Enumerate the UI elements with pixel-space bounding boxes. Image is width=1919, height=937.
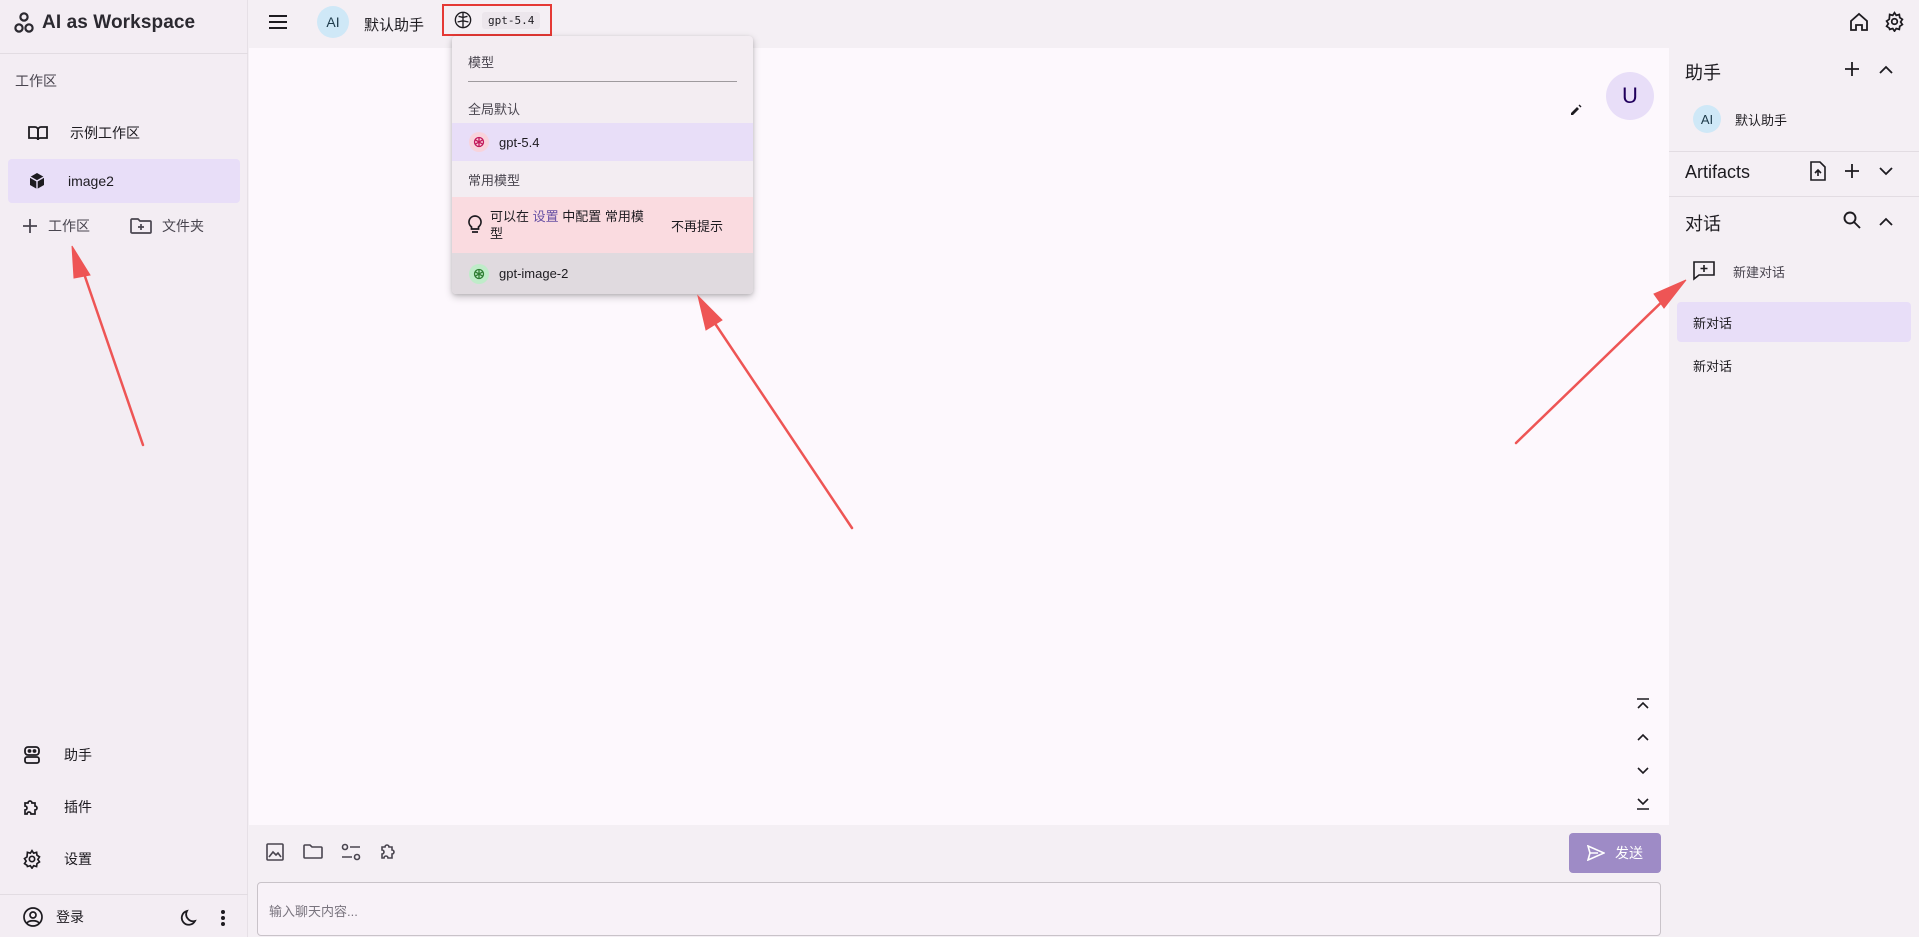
folder-icon[interactable] xyxy=(303,843,323,860)
assistant-list-item[interactable]: AI 默认助手 xyxy=(1693,105,1787,133)
nav-assistants[interactable]: 助手 xyxy=(22,745,92,765)
conversation-label: 新对话 xyxy=(1693,315,1733,331)
add-workspace-label: 工作区 xyxy=(48,218,90,234)
scroll-bottom-icon[interactable] xyxy=(1636,796,1650,810)
model-chip-label: gpt-5.4 xyxy=(482,11,541,29)
send-icon xyxy=(1587,845,1605,861)
dark-mode-toggle-icon[interactable] xyxy=(180,908,200,928)
login-button[interactable]: 登录 xyxy=(22,906,84,928)
cube-icon xyxy=(28,172,46,190)
chat-input[interactable]: 输入聊天内容... xyxy=(257,882,1661,936)
assistant-avatar: AI xyxy=(1693,105,1721,133)
collapse-assistants-icon[interactable] xyxy=(1879,65,1893,74)
new-conversation-button[interactable]: 新建对话 xyxy=(1693,261,1785,281)
add-folder-label: 文件夹 xyxy=(162,218,204,234)
workspace-label: 示例工作区 xyxy=(70,125,140,141)
nav-label: 设置 xyxy=(64,851,92,867)
scroll-top-icon[interactable] xyxy=(1636,698,1650,712)
composer-toolbar xyxy=(249,826,1669,878)
openai-icon xyxy=(469,263,489,284)
nav-label: 插件 xyxy=(64,799,92,815)
assistants-title: 助手 xyxy=(1685,63,1721,83)
app-logo[interactable]: AI as Workspace xyxy=(14,12,195,34)
home-icon[interactable] xyxy=(1849,12,1869,32)
workspace-section-label: 工作区 xyxy=(15,73,57,89)
model-selector-button[interactable]: gpt-5.4 xyxy=(442,4,552,36)
divider xyxy=(0,53,248,54)
openai-icon xyxy=(469,132,489,152)
send-label: 发送 xyxy=(1615,845,1643,861)
conversation-label: 新对话 xyxy=(1693,358,1733,374)
conversation-item[interactable]: 新对话 xyxy=(1677,302,1911,342)
login-label: 登录 xyxy=(56,909,84,925)
more-vert-icon[interactable] xyxy=(219,908,227,928)
plugin-icon[interactable] xyxy=(379,841,399,861)
search-icon[interactable] xyxy=(1843,211,1861,229)
robot-icon xyxy=(22,745,42,765)
model-dropdown-menu: 模型 全局默认 gpt-5.4 常用模型 可以在 设置 中配置 常用模型 不再提… xyxy=(452,36,753,294)
book-open-icon xyxy=(28,124,48,142)
common-models-label: 常用模型 xyxy=(468,173,521,188)
collapse-conversations-icon[interactable] xyxy=(1879,217,1893,226)
model-option-label: gpt-image-2 xyxy=(499,266,569,281)
add-workspace-button[interactable]: 工作区 xyxy=(22,216,90,236)
assistant-label: 默认助手 xyxy=(1735,112,1788,128)
divider xyxy=(1669,196,1919,197)
right-sidebar: 助手 AI 默认助手 Artifacts 对话 新建对话 新对话 新对话 xyxy=(1669,48,1919,937)
add-assistant-icon[interactable] xyxy=(1844,61,1860,77)
global-default-label: 全局默认 xyxy=(468,102,521,117)
left-sidebar: AI as Workspace 工作区 示例工作区 image2 工作区 文件夹… xyxy=(0,0,248,937)
tip-prefix: 可以在 xyxy=(490,209,533,224)
upload-file-icon[interactable] xyxy=(1810,161,1826,181)
workspace-item-example[interactable]: 示例工作区 xyxy=(8,111,240,155)
scroll-up-icon[interactable] xyxy=(1636,732,1650,742)
assistant-avatar[interactable]: AI xyxy=(317,6,349,38)
divider xyxy=(0,894,248,895)
settings-link[interactable]: 设置 xyxy=(533,209,559,224)
image-icon[interactable] xyxy=(266,843,284,861)
send-button[interactable]: 发送 xyxy=(1569,833,1661,873)
conversation-item[interactable]: 新对话 xyxy=(1677,345,1911,385)
scroll-down-icon[interactable] xyxy=(1636,766,1650,776)
tune-icon[interactable] xyxy=(341,843,361,861)
model-option-common[interactable]: gpt-image-2 xyxy=(452,253,753,294)
expand-artifacts-icon[interactable] xyxy=(1879,167,1893,176)
add-folder-button[interactable]: 文件夹 xyxy=(130,216,204,236)
divider xyxy=(1669,151,1919,152)
brain-icon xyxy=(454,11,472,29)
lightbulb-icon xyxy=(467,215,483,235)
puzzle-icon xyxy=(22,797,42,817)
tip-text: 可以在 设置 中配置 常用模型 xyxy=(490,208,650,242)
conversations-title: 对话 xyxy=(1685,214,1721,234)
assistant-name[interactable]: 默认助手 xyxy=(364,14,424,35)
workspace-actions: 工作区 文件夹 xyxy=(22,216,204,236)
folder-plus-icon xyxy=(130,217,152,235)
settings-gear-icon[interactable] xyxy=(1884,11,1905,32)
artifacts-title: Artifacts xyxy=(1685,162,1751,182)
account-circle-icon xyxy=(22,906,44,928)
nav-plugins[interactable]: 插件 xyxy=(22,797,92,817)
new-conversation-label: 新建对话 xyxy=(1733,264,1786,280)
model-option-global-default[interactable]: gpt-5.4 xyxy=(452,123,753,161)
menu-icon[interactable] xyxy=(268,14,288,30)
nav-label: 助手 xyxy=(64,747,92,763)
plus-icon xyxy=(22,218,38,234)
logo-icon xyxy=(14,12,34,34)
dropdown-title: 模型 xyxy=(468,55,495,70)
gear-icon xyxy=(22,849,42,869)
dismiss-tip-button[interactable]: 不再提示 xyxy=(671,216,723,235)
workspace-item-image2[interactable]: image2 xyxy=(8,159,240,203)
edit-pencil-icon[interactable] xyxy=(1570,104,1582,116)
user-avatar[interactable]: U xyxy=(1606,72,1654,120)
add-comment-icon xyxy=(1693,261,1715,281)
common-models-tip: 可以在 设置 中配置 常用模型 不再提示 xyxy=(452,197,753,253)
app-title: AI as Workspace xyxy=(42,12,196,33)
add-artifact-icon[interactable] xyxy=(1844,163,1860,179)
nav-settings[interactable]: 设置 xyxy=(22,849,92,869)
workspace-label: image2 xyxy=(68,173,114,189)
dropdown-divider xyxy=(468,81,737,82)
model-option-label: gpt-5.4 xyxy=(499,134,540,150)
